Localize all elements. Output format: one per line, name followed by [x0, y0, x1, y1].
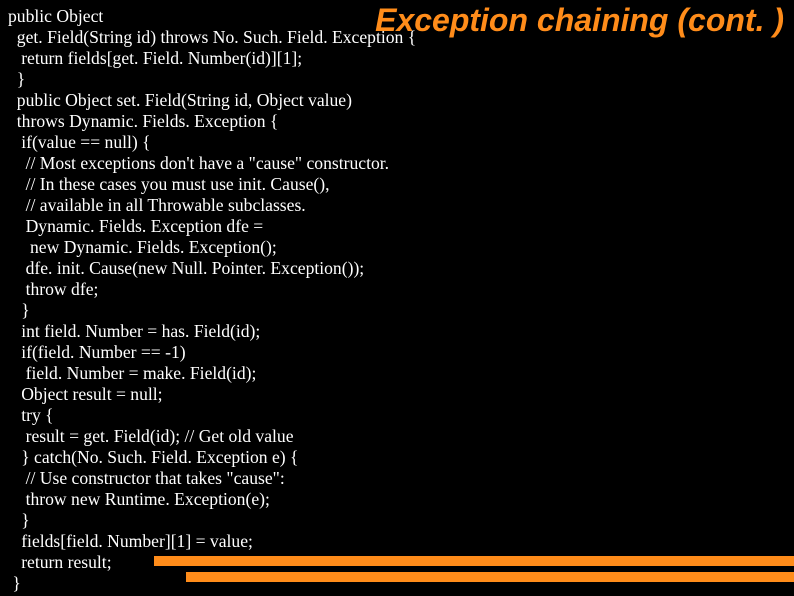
- decor-bar-top: [154, 556, 794, 566]
- decor-bar-bottom: [186, 572, 794, 582]
- code-block: public Object get. Field(String id) thro…: [8, 6, 416, 594]
- slide-title: Exception chaining (cont. ): [375, 2, 784, 39]
- footer-bars: [154, 556, 794, 582]
- slide: Exception chaining (cont. ) public Objec…: [0, 0, 794, 596]
